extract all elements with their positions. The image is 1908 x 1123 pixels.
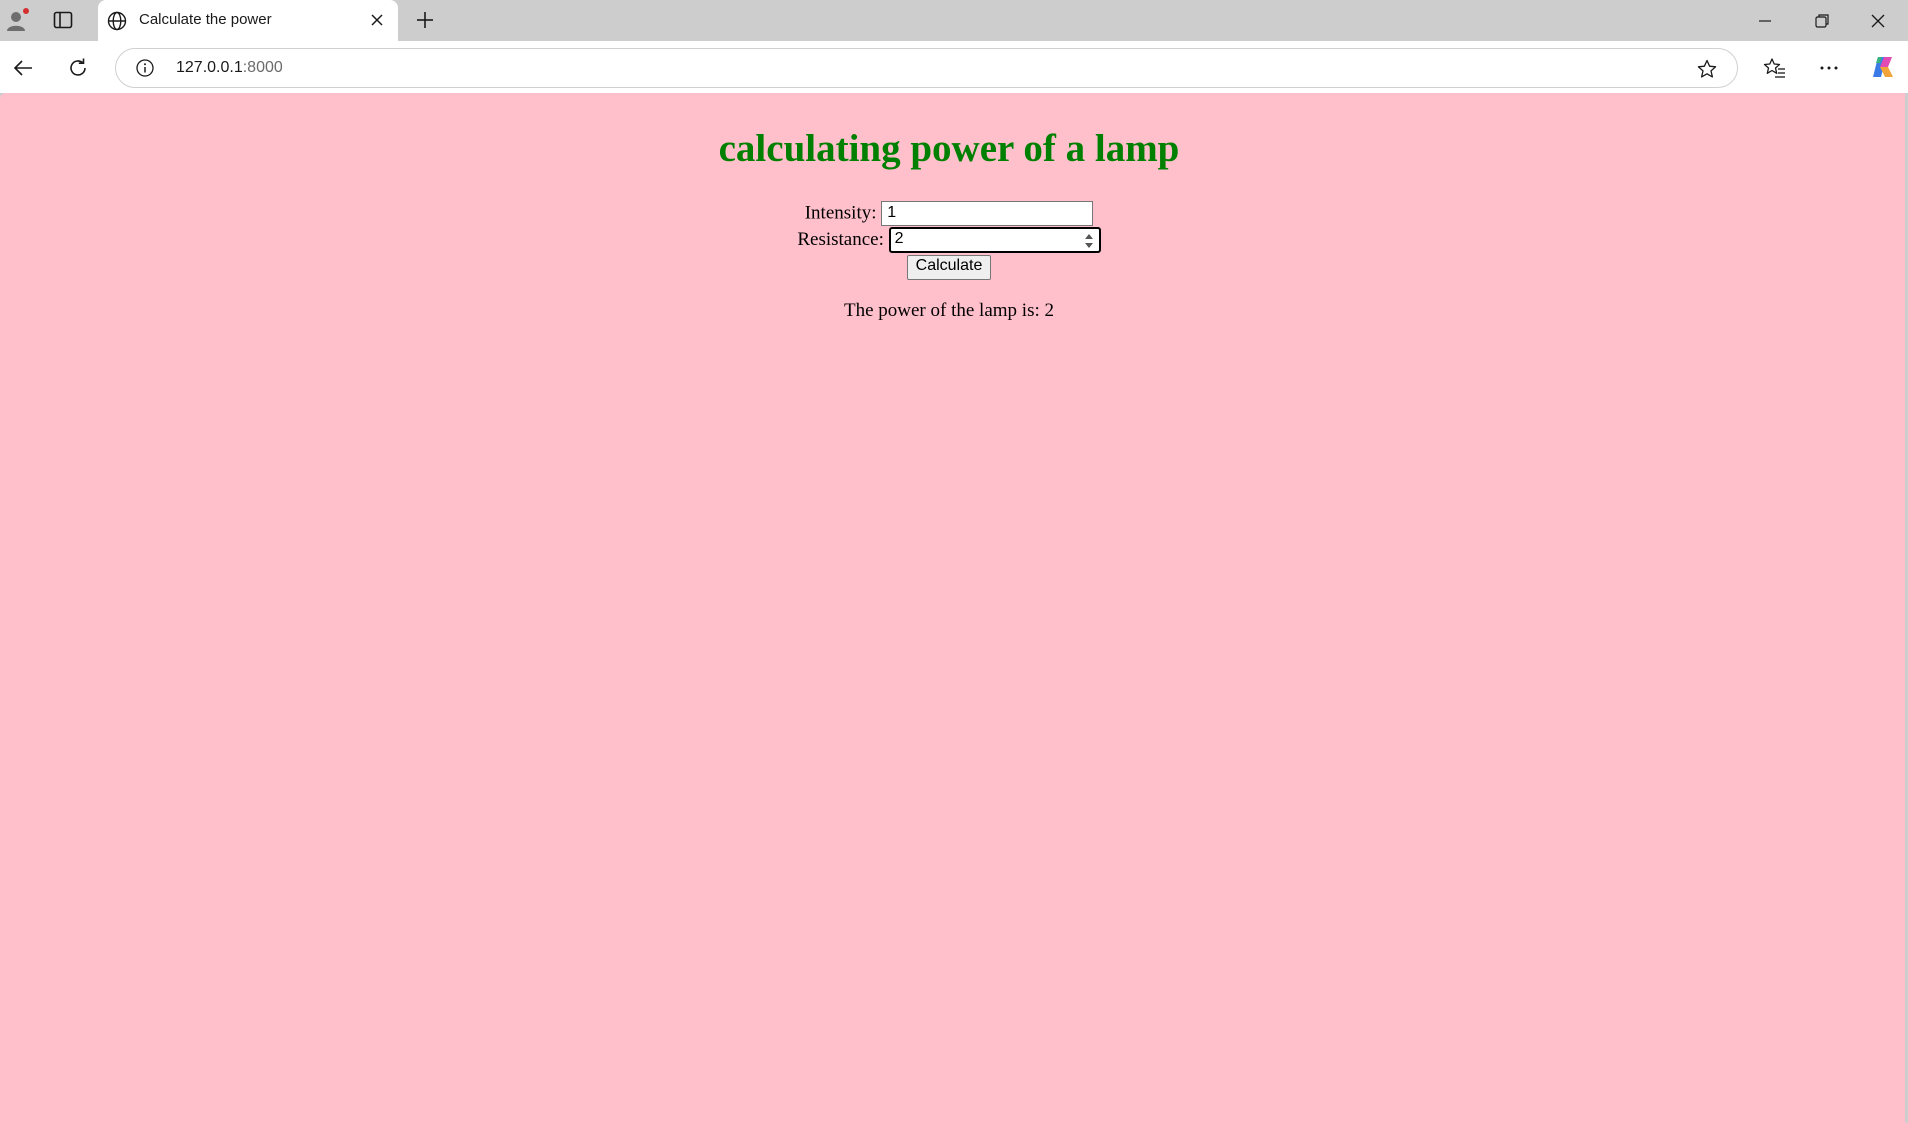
address-bar[interactable]: 127.0.0.1:8000: [115, 48, 1738, 88]
profile-icon[interactable]: [5, 8, 29, 32]
page-title: calculating power of a lamp: [718, 127, 1180, 170]
close-icon[interactable]: [368, 11, 386, 29]
resistance-row: Resistance: 2: [0, 227, 1898, 253]
plus-icon[interactable]: [414, 9, 436, 31]
resistance-value: 2: [894, 230, 904, 247]
calculate-row: Calculate: [0, 254, 1898, 280]
resistance-label: Resistance:: [797, 229, 884, 250]
info-icon[interactable]: [135, 58, 155, 78]
more-icon[interactable]: [1817, 56, 1841, 80]
copilot-icon[interactable]: [1869, 53, 1897, 81]
globe-icon: [106, 10, 128, 32]
star-icon[interactable]: [1696, 58, 1718, 80]
restore-icon[interactable]: [1811, 10, 1833, 32]
calculate-button[interactable]: Calculate: [906, 255, 992, 280]
result-text: The power of the lamp is: 2: [843, 300, 1054, 321]
back-arrow-icon[interactable]: [11, 56, 35, 80]
minimize-icon[interactable]: [1754, 10, 1776, 32]
url-port: :8000: [242, 59, 283, 76]
resistance-field[interactable]: 2: [888, 227, 1101, 253]
address-toolbar: 127.0.0.1:8000: [0, 41, 1908, 93]
intensity-label: Intensity:: [804, 202, 877, 224]
intensity-row: Intensity: 1: [0, 201, 1898, 226]
intensity-value: 1: [887, 204, 897, 221]
reload-icon[interactable]: [66, 56, 90, 80]
page-viewport: calculating power of a lamp Intensity: 1…: [0, 93, 1905, 1123]
url-host: 127.0.0.1: [176, 59, 243, 76]
window-close-icon[interactable]: [1867, 10, 1889, 32]
tab-title: Calculate the power: [139, 11, 272, 28]
url-text[interactable]: 127.0.0.1:8000: [176, 59, 283, 77]
browser-window: Calculate the power 127.0.0.1:8000 calcu…: [0, 0, 1908, 1123]
spinner-icon[interactable]: [1083, 232, 1095, 250]
favorites-icon[interactable]: [1763, 56, 1787, 80]
intensity-field[interactable]: 1: [881, 201, 1094, 226]
active-tab[interactable]: Calculate the power: [98, 0, 398, 41]
tab-actions-icon[interactable]: [52, 9, 74, 31]
tab-strip: Calculate the power: [0, 0, 1908, 41]
